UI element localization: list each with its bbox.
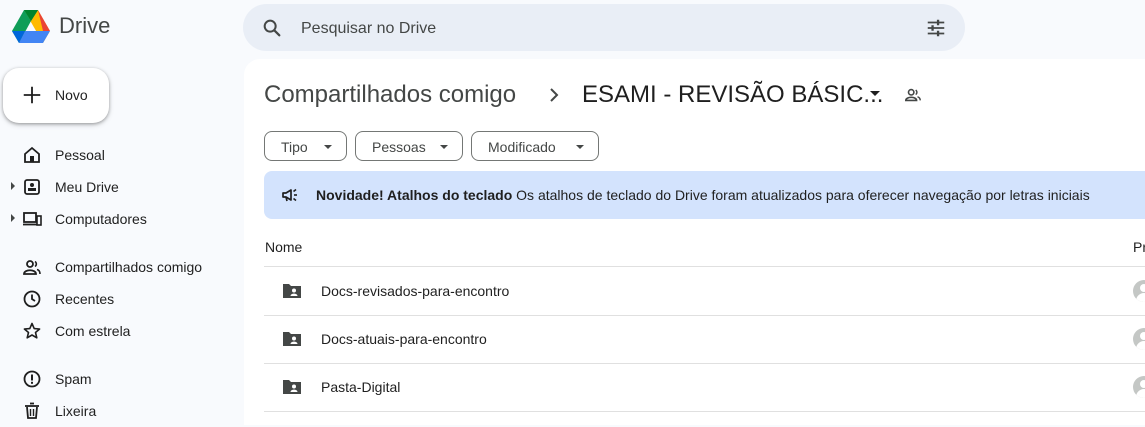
home-icon bbox=[24, 146, 40, 163]
sidebar-item-label: Computadores bbox=[55, 211, 147, 227]
table-row[interactable]: Docs-revisados-para-encontro bbox=[264, 267, 1145, 316]
new-button[interactable]: Novo bbox=[3, 68, 109, 123]
shared-folder-people-icon[interactable] bbox=[904, 86, 922, 104]
spam-icon bbox=[23, 370, 41, 388]
my-drive-icon bbox=[24, 179, 40, 195]
sidebar-item-label: Compartilhados comigo bbox=[55, 259, 203, 275]
plus-icon bbox=[23, 86, 41, 104]
file-name: Docs-atuais-para-encontro bbox=[321, 331, 487, 347]
megaphone-icon bbox=[282, 188, 297, 202]
expand-caret-icon[interactable] bbox=[11, 182, 15, 190]
sidebar-item-compartilhados[interactable]: Compartilhados comigo bbox=[0, 251, 240, 283]
filter-modified-chip[interactable]: Modificado bbox=[471, 131, 599, 161]
sidebar-item-com-estrela[interactable]: Com estrela bbox=[0, 315, 240, 347]
clock-icon bbox=[23, 290, 41, 308]
sidebar-item-computadores[interactable]: Computadores bbox=[0, 203, 240, 235]
drive-logo[interactable]: Drive bbox=[12, 9, 110, 43]
app-name: Drive bbox=[59, 13, 111, 38]
file-name: Docs-revisados-para-encontro bbox=[321, 283, 510, 299]
main-content: Compartilhados comigo ESAMI - REVISÃO BÁ… bbox=[244, 59, 1145, 425]
owner-avatar bbox=[1133, 376, 1145, 398]
owner-avatar bbox=[1133, 328, 1145, 350]
banner-message: Os atalhos de teclado do Drive foram atu… bbox=[516, 187, 1090, 203]
banner-title: Novidade! Atalhos do teclado bbox=[316, 187, 513, 203]
sidebar-item-label: Com estrela bbox=[55, 323, 131, 339]
sidebar-item-meu-drive[interactable]: Meu Drive bbox=[0, 171, 240, 203]
filter-type-label: Tipo bbox=[281, 139, 308, 155]
shared-icon bbox=[23, 260, 41, 275]
shared-folder-icon bbox=[283, 332, 301, 346]
trash-icon bbox=[25, 402, 39, 419]
expand-caret-icon[interactable] bbox=[11, 214, 15, 222]
computers-icon bbox=[23, 212, 42, 226]
search-options-icon[interactable] bbox=[925, 17, 947, 39]
search-icon[interactable] bbox=[261, 17, 283, 39]
folder-menu-dropdown-icon[interactable] bbox=[870, 91, 880, 96]
table-row[interactable]: Pasta-Digital bbox=[264, 363, 1145, 412]
sidebar-item-label: Spam bbox=[55, 371, 92, 387]
search-bar[interactable] bbox=[243, 4, 965, 51]
filter-modified-label: Modificado bbox=[488, 139, 556, 155]
shared-folder-icon bbox=[283, 380, 301, 394]
table-row[interactable]: Docs-atuais-para-encontro bbox=[264, 315, 1145, 364]
sidebar-item-spam[interactable]: Spam bbox=[0, 363, 240, 395]
new-button-label: Novo bbox=[55, 87, 88, 103]
breadcrumb-parent[interactable]: Compartilhados comigo bbox=[264, 81, 516, 109]
sidebar-item-label: Lixeira bbox=[55, 403, 97, 419]
banner-text: Novidade! Atalhos do teclado Os atalhos … bbox=[316, 187, 1090, 203]
sidebar-item-label: Recentes bbox=[55, 291, 115, 307]
breadcrumb-current[interactable]: ESAMI - REVISÃO BÁSIC... bbox=[582, 81, 883, 109]
shared-folder-icon bbox=[283, 284, 301, 298]
filter-people-label: Pessoas bbox=[372, 139, 426, 155]
chevron-right-icon bbox=[550, 88, 559, 102]
column-header-owner[interactable]: Pr bbox=[1133, 239, 1145, 255]
keyboard-shortcuts-banner: Novidade! Atalhos do teclado Os atalhos … bbox=[264, 171, 1145, 219]
sidebar-item-label: Pessoal bbox=[55, 147, 105, 163]
column-header-name[interactable]: Nome bbox=[265, 239, 302, 255]
sidebar-item-lixeira[interactable]: Lixeira bbox=[0, 395, 240, 427]
chevron-down-icon bbox=[324, 145, 332, 149]
sidebar-item-pessoal[interactable]: Pessoal bbox=[0, 139, 240, 171]
sidebar-item-recentes[interactable]: Recentes bbox=[0, 283, 240, 315]
owner-avatar bbox=[1133, 280, 1145, 302]
chevron-down-icon bbox=[576, 145, 584, 149]
search-input[interactable] bbox=[299, 14, 903, 43]
star-icon bbox=[23, 322, 41, 339]
chevron-down-icon bbox=[440, 145, 448, 149]
file-name: Pasta-Digital bbox=[321, 379, 401, 395]
filter-type-chip[interactable]: Tipo bbox=[264, 131, 347, 161]
drive-logo-icon bbox=[12, 10, 50, 43]
filter-people-chip[interactable]: Pessoas bbox=[355, 131, 463, 161]
sidebar-item-label: Meu Drive bbox=[55, 179, 119, 195]
